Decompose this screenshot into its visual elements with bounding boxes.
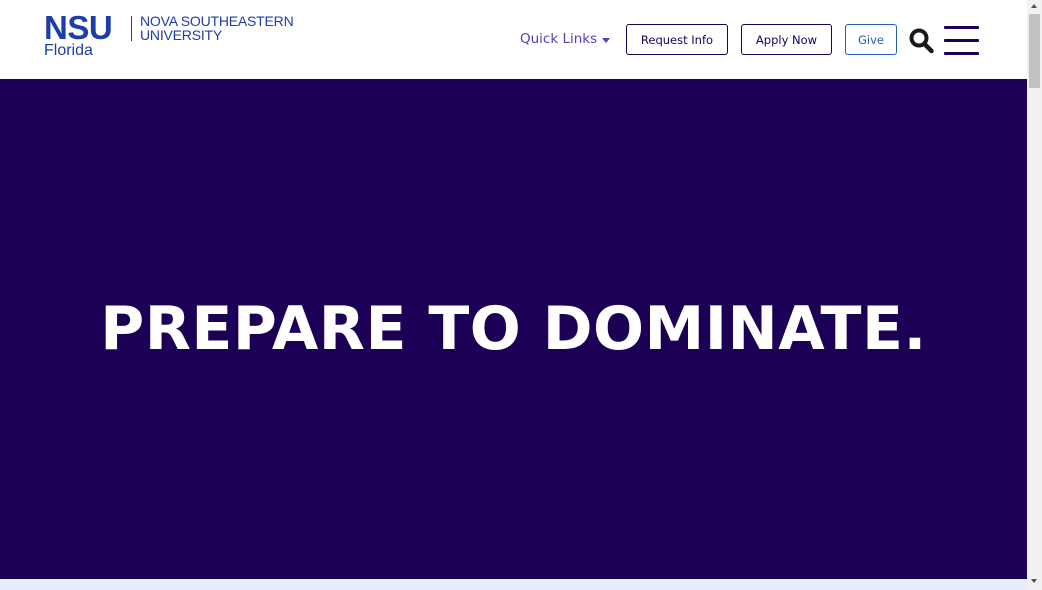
logo-florida-text: Florida: [44, 42, 93, 59]
site-header: NSU Florida NOVA SOUTHEASTERN UNIVERSITY…: [0, 0, 1027, 79]
logo-university-line2: UNIVERSITY: [140, 27, 223, 43]
scroll-down-arrow-icon[interactable]: [1031, 579, 1037, 583]
hero-headline: PREPARE TO DOMINATE.: [100, 294, 927, 364]
apply-now-button[interactable]: Apply Now: [741, 24, 832, 55]
logo-university-line1: NOVA SOUTHEASTERN: [140, 13, 294, 29]
menu-bar-middle: [944, 39, 979, 42]
scroll-up-arrow-icon[interactable]: [1031, 4, 1037, 8]
request-info-button[interactable]: Request Info: [626, 24, 728, 55]
next-section-strip: [0, 579, 1027, 590]
logo-divider: [131, 16, 132, 41]
logo-university-name: NOVA SOUTHEASTERN UNIVERSITY: [140, 13, 294, 43]
search-icon[interactable]: [909, 28, 934, 54]
quick-links-dropdown[interactable]: Quick Links: [520, 31, 611, 48]
nsu-florida-logo[interactable]: NSU Florida NOVA SOUTHEASTERN UNIVERSITY: [44, 10, 294, 62]
quick-links-label: Quick Links: [520, 31, 598, 47]
menu-bar-top: [944, 26, 979, 29]
give-button[interactable]: Give: [845, 24, 897, 55]
menu-bar-bottom: [944, 52, 979, 55]
hamburger-menu-icon[interactable]: [944, 26, 980, 58]
caret-down-icon: [602, 38, 611, 43]
logo-wordmark: NSU: [44, 9, 113, 46]
hero-banner: PREPARE TO DOMINATE.: [0, 79, 1027, 579]
page-scrollbar[interactable]: [1027, 0, 1042, 590]
scrollbar-thumb[interactable]: [1029, 14, 1040, 88]
